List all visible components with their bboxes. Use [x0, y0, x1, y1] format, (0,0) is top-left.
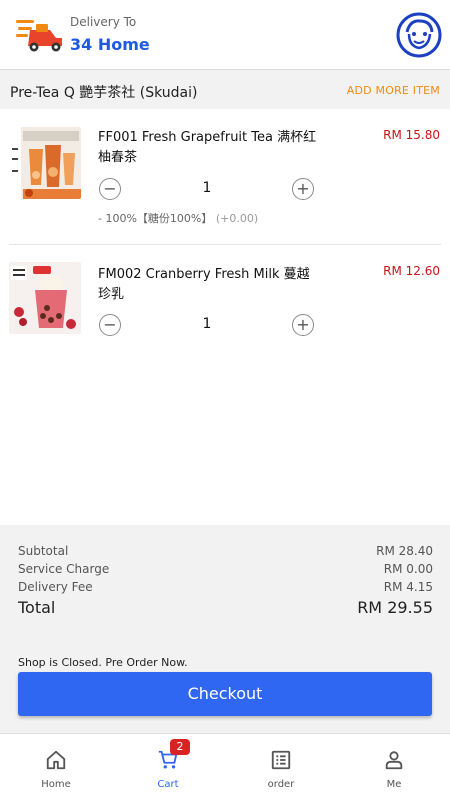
- nav-home[interactable]: Home: [0, 734, 112, 800]
- order-list-icon: [271, 750, 291, 770]
- item-image: [9, 127, 81, 199]
- nav-cart[interactable]: 2 Cart: [112, 734, 224, 800]
- cart-count-badge: 2: [170, 739, 190, 755]
- total-value: RM 29.55: [357, 598, 433, 617]
- item-option-text: - 100%【糖份100%】: [98, 212, 213, 225]
- item-divider: [9, 244, 441, 245]
- nav-me-label: Me: [386, 779, 402, 790]
- increase-quantity-button[interactable]: +: [292, 178, 314, 200]
- nav-me[interactable]: Me: [338, 734, 450, 800]
- delivery-address[interactable]: 34 Home: [70, 35, 150, 54]
- add-more-item-button[interactable]: ADD MORE ITEM: [347, 84, 440, 97]
- delivery-to-label: Delivery To: [70, 15, 137, 29]
- total-row: Total RM 29.55: [18, 598, 433, 617]
- subtotal-label: Subtotal: [18, 544, 69, 558]
- app-header: Delivery To 34 Home: [0, 0, 450, 70]
- person-icon: [385, 751, 403, 770]
- increase-quantity-button[interactable]: +: [292, 314, 314, 336]
- delivery-scooter-icon: [16, 20, 62, 52]
- shop-closed-notice: Shop is Closed. Pre Order Now.: [18, 656, 188, 669]
- delivery-fee-row: Delivery Fee RM 4.15: [18, 580, 433, 594]
- order-summary: Subtotal RM 28.40 Service Charge RM 0.00…: [0, 525, 450, 733]
- bottom-navigation: Home 2 Cart order Me: [0, 733, 450, 800]
- checkout-button[interactable]: Checkout: [18, 672, 432, 716]
- service-charge-label: Service Charge: [18, 562, 110, 576]
- total-label: Total: [18, 598, 56, 617]
- decrease-quantity-button[interactable]: −: [99, 314, 121, 336]
- item-price: RM 15.80: [383, 128, 440, 142]
- shop-bar: Pre-Tea Q 艷芋茶社 (Skudai) ADD MORE ITEM: [0, 71, 450, 109]
- item-name: FF001 Fresh Grapefruit Tea 满杯红柚春茶: [98, 130, 317, 165]
- service-charge-row: Service Charge RM 0.00: [18, 562, 433, 576]
- service-charge-value: RM 0.00: [383, 562, 433, 576]
- item-option: - 100%【糖份100%】 (+0.00): [98, 210, 258, 226]
- subtotal-row: Subtotal RM 28.40: [18, 544, 433, 558]
- nav-order[interactable]: order: [225, 734, 337, 800]
- delivery-fee-value: RM 4.15: [383, 580, 433, 594]
- item-quantity: 1: [202, 316, 212, 332]
- item-image: [9, 262, 81, 334]
- brand-logo: [396, 12, 442, 58]
- home-icon: [46, 750, 66, 770]
- nav-order-label: order: [267, 779, 295, 790]
- nav-home-label: Home: [41, 779, 71, 790]
- item-price: RM 12.60: [383, 264, 440, 278]
- subtotal-value: RM 28.40: [376, 544, 433, 558]
- cart-item-list: FF001 Fresh Grapefruit Tea 满杯红柚春茶 RM 15.…: [0, 109, 450, 525]
- decrease-quantity-button[interactable]: −: [99, 178, 121, 200]
- shop-name: Pre-Tea Q 艷芋茶社 (Skudai): [10, 85, 198, 101]
- delivery-fee-label: Delivery Fee: [18, 580, 93, 594]
- nav-cart-label: Cart: [157, 779, 179, 790]
- item-name: FM002 Cranberry Fresh Milk 蔓越珍乳: [98, 267, 310, 302]
- item-quantity: 1: [202, 180, 212, 196]
- item-option-price: (+0.00): [215, 212, 259, 225]
